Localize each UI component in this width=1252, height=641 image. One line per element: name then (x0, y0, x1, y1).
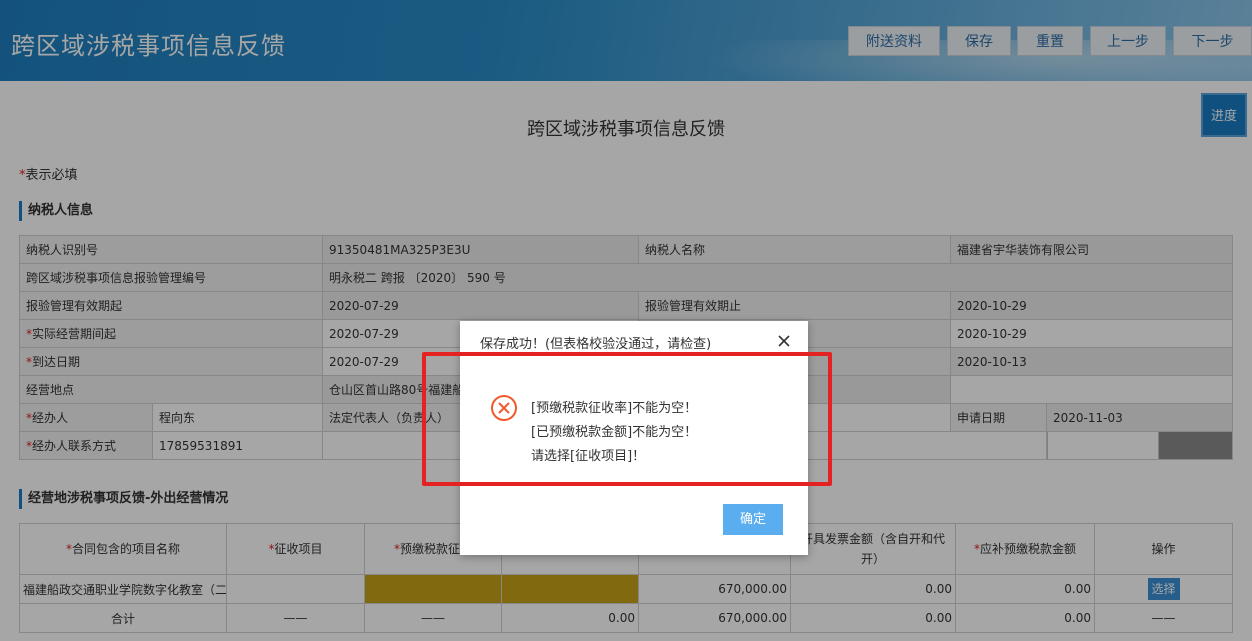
error-highlight-box (422, 352, 832, 486)
close-icon[interactable] (776, 333, 792, 349)
dialog-title: 保存成功！(但表格校验没通过，请检查) (480, 337, 712, 352)
confirm-button[interactable]: 确定 (723, 504, 783, 535)
